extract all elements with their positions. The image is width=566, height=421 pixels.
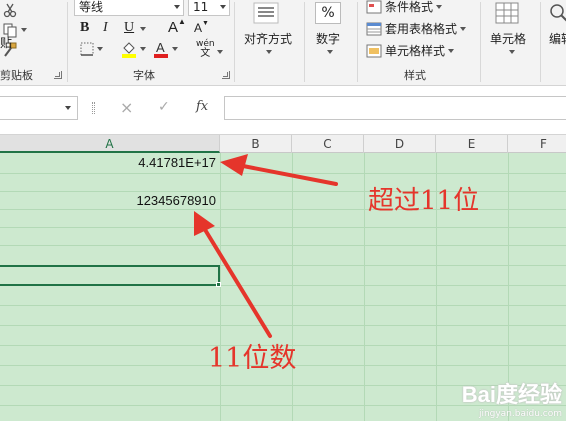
shrink-caret-icon: ▼	[202, 19, 209, 27]
group-separator	[540, 2, 541, 82]
chevron-down-icon	[220, 5, 226, 9]
phonetic-button[interactable]: wén 文	[196, 40, 215, 59]
clipboard-group-label: 剪贴板	[0, 69, 33, 82]
formula-bar-splitter[interactable]	[92, 102, 95, 114]
column-header-e[interactable]: E	[436, 135, 508, 153]
chevron-down-icon	[65, 106, 71, 110]
column-header-a[interactable]: A	[0, 135, 220, 153]
conditional-format-icon	[366, 0, 382, 13]
enter-icon[interactable]: ✓	[158, 99, 170, 115]
annotation-11-digits: 11位数	[208, 343, 297, 374]
arrow-to-a3	[194, 211, 272, 338]
font-group-label: 字体	[133, 69, 155, 82]
editing-button[interactable]	[548, 2, 566, 24]
borders-dropdown-icon	[97, 47, 103, 51]
alignment-label[interactable]: 对齐方式	[244, 30, 292, 47]
clipboard-launcher-icon[interactable]	[54, 71, 62, 79]
grow-font-button[interactable]: A ▲	[168, 17, 186, 36]
baidu-watermark: Bai度经验 jingyan.baidu.com	[462, 377, 562, 419]
alignment-dropdown-icon[interactable]	[266, 50, 272, 54]
svg-text:A: A	[156, 40, 165, 55]
worksheet-grid[interactable]: 4.41781E+17 12345678910 超过11位 11位数 Bai度经…	[0, 153, 566, 421]
bold-button[interactable]: B	[80, 20, 89, 36]
phonetic-char-icon: 文	[200, 48, 211, 59]
font-name-value: 等线	[79, 0, 104, 14]
ribbon: 贴 剪贴板 等线 11 B I U A ▲ A ▼ A wén 文 字体 对齐方…	[0, 0, 566, 86]
formula-bar: × ✓ fx	[0, 86, 566, 130]
cells-button[interactable]	[495, 2, 519, 24]
arrow-to-a1	[220, 154, 338, 186]
cell-styles-icon	[366, 44, 382, 57]
scissors-icon	[3, 3, 17, 18]
number-dropdown-icon[interactable]	[327, 50, 333, 54]
chevron-down-icon	[448, 48, 455, 53]
name-box[interactable]	[0, 96, 78, 120]
copy-dropdown-icon[interactable]	[21, 28, 27, 32]
font-size-select[interactable]: 11	[188, 0, 230, 16]
fill-color-button[interactable]	[121, 40, 146, 58]
grow-font-letter: A	[168, 19, 179, 36]
chevron-down-icon	[174, 5, 180, 9]
group-separator	[480, 2, 481, 82]
annotation-over-11-digits: 超过11位	[368, 186, 480, 216]
search-icon	[550, 4, 566, 22]
font-color-dropdown-icon	[172, 47, 178, 51]
cells-grid-icon	[495, 2, 519, 24]
font-launcher-icon[interactable]	[222, 71, 230, 79]
font-color-icon: A	[154, 40, 168, 58]
borders-button[interactable]	[80, 42, 103, 56]
grow-caret-icon: ▲	[178, 17, 186, 26]
font-size-value: 11	[193, 0, 209, 14]
align-lines-icon	[253, 2, 279, 24]
formula-input[interactable]	[224, 96, 566, 120]
borders-icon	[80, 42, 94, 56]
italic-button[interactable]: I	[103, 20, 108, 36]
editing-label[interactable]: 编辑	[549, 30, 566, 47]
column-header-row: A B C D E F	[0, 134, 566, 153]
shrink-font-button[interactable]: A ▼	[194, 19, 209, 36]
group-separator	[357, 2, 358, 82]
alignment-button[interactable]	[253, 2, 279, 24]
column-header-d[interactable]: D	[364, 135, 436, 153]
formula-controls: × ✓ fx	[110, 96, 220, 120]
chevron-down-icon	[436, 4, 443, 9]
underline-button[interactable]: U	[124, 20, 134, 36]
column-header-c[interactable]: C	[292, 135, 364, 153]
percent-icon: %	[315, 2, 341, 24]
table-format-icon	[366, 22, 382, 35]
shrink-font-letter: A	[194, 21, 203, 35]
watermark-url: jingyan.baidu.com	[478, 409, 562, 419]
group-separator	[234, 2, 235, 82]
group-separator	[67, 2, 68, 82]
cells-dropdown-icon[interactable]	[509, 50, 515, 54]
column-header-b[interactable]: B	[220, 135, 292, 153]
chevron-down-icon	[460, 26, 467, 31]
cut-button[interactable]	[2, 2, 18, 18]
cancel-icon[interactable]: ×	[120, 98, 133, 117]
format-as-table-label: 套用表格格式	[385, 22, 458, 36]
fill-bucket-icon	[122, 42, 136, 58]
insert-function-icon[interactable]: fx	[196, 99, 208, 114]
font-name-select[interactable]: 等线	[74, 0, 184, 16]
watermark-logo: Bai度经验	[461, 382, 562, 407]
cells-label[interactable]: 单元格	[490, 30, 526, 47]
group-separator	[304, 2, 305, 82]
conditional-format-button[interactable]: 条件格式	[366, 0, 443, 15]
paste-button-label[interactable]: 贴	[0, 34, 12, 51]
conditional-format-label: 条件格式	[385, 0, 434, 14]
cell-styles-label: 单元格样式	[385, 44, 446, 58]
underline-dropdown-icon[interactable]	[140, 27, 146, 31]
fill-color-dropdown-icon	[140, 47, 146, 51]
cell-styles-button[interactable]: 单元格样式	[366, 42, 455, 59]
font-color-button[interactable]: A	[153, 40, 178, 58]
column-header-f[interactable]: F	[508, 135, 566, 153]
styles-group-label: 样式	[404, 69, 426, 82]
format-as-table-button[interactable]: 套用表格格式	[366, 20, 467, 37]
phonetic-dropdown-icon[interactable]	[217, 50, 223, 54]
number-format-label[interactable]: 数字	[316, 30, 340, 47]
